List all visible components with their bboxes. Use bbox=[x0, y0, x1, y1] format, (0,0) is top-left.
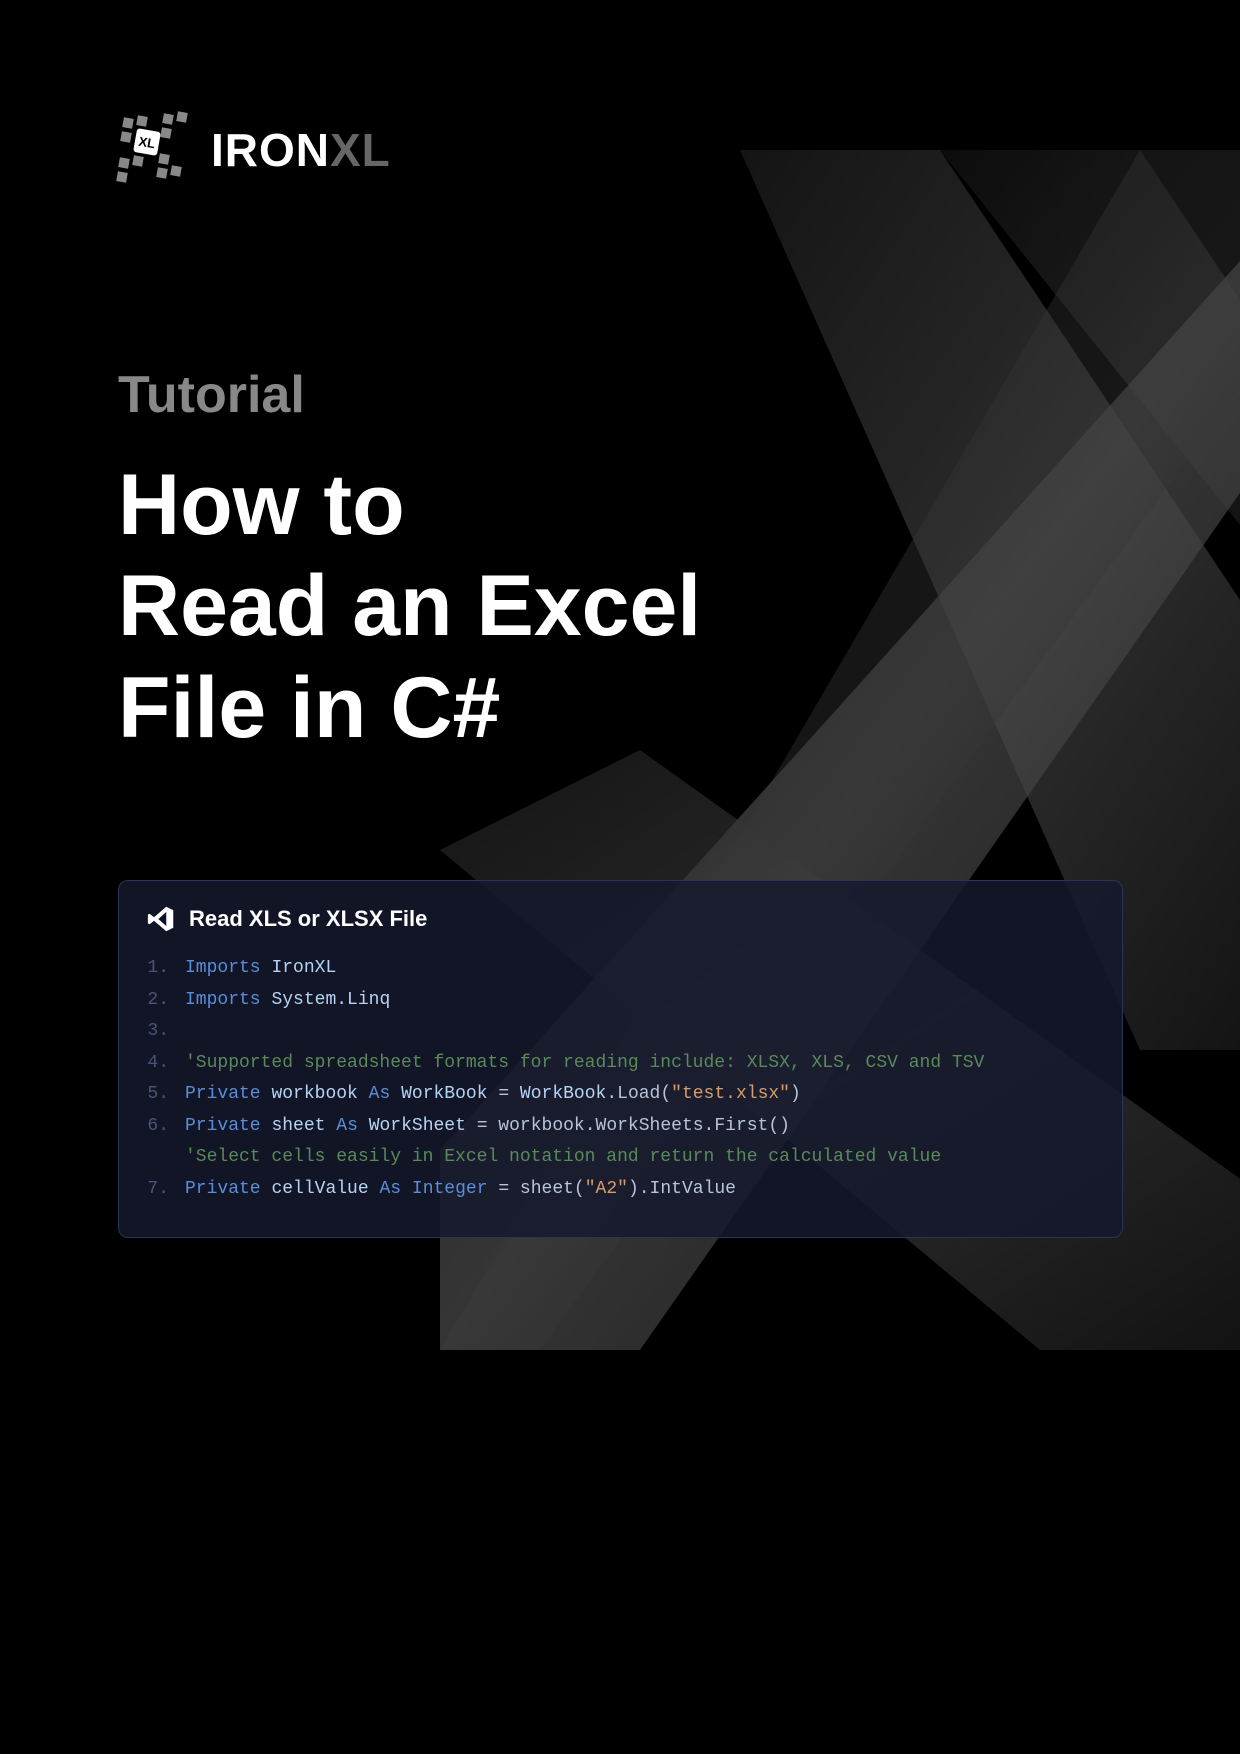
line-number: 1. bbox=[147, 953, 185, 985]
line-number: 4. bbox=[147, 1048, 185, 1080]
code-line: 2.Imports System.Linq bbox=[147, 985, 1094, 1017]
logo-text-xl: XL bbox=[330, 124, 391, 176]
line-number: 2. bbox=[147, 985, 185, 1017]
code-content: Private cellValue As Integer = sheet("A2… bbox=[185, 1174, 736, 1206]
line-number: 6. bbox=[147, 1111, 185, 1143]
code-content: 'Supported spreadsheet formats for readi… bbox=[185, 1048, 984, 1080]
code-content: Private sheet As WorkSheet = workbook.Wo… bbox=[185, 1111, 790, 1143]
code-line: 3. bbox=[147, 1016, 1094, 1048]
logo-mark-icon: XL bbox=[115, 110, 195, 190]
visual-studio-icon bbox=[147, 905, 175, 933]
code-content: 'Select cells easily in Excel notation a… bbox=[185, 1142, 941, 1174]
code-line: 7.Private cellValue As Integer = sheet("… bbox=[147, 1174, 1094, 1206]
code-content: Imports IronXL bbox=[185, 953, 336, 985]
line-number: 5. bbox=[147, 1079, 185, 1111]
line-number: 7. bbox=[147, 1174, 185, 1206]
page-subtitle: Tutorial bbox=[118, 365, 305, 425]
code-line: 'Select cells easily in Excel notation a… bbox=[147, 1142, 1094, 1174]
svg-text:XL: XL bbox=[137, 134, 156, 152]
code-line: 5.Private workbook As WorkBook = WorkBoo… bbox=[147, 1079, 1094, 1111]
code-line: 6.Private sheet As WorkSheet = workbook.… bbox=[147, 1111, 1094, 1143]
line-number: 3. bbox=[147, 1016, 185, 1048]
code-line: 4.'Supported spreadsheet formats for rea… bbox=[147, 1048, 1094, 1080]
code-block: 1.Imports IronXL2.Imports System.Linq3. … bbox=[147, 953, 1094, 1205]
code-panel-title: Read XLS or XLSX File bbox=[189, 906, 427, 932]
code-panel: Read XLS or XLSX File 1.Imports IronXL2.… bbox=[118, 880, 1123, 1238]
page-title: How toRead an ExcelFile in C# bbox=[118, 455, 701, 759]
brand-logo: XL IRONXL bbox=[115, 110, 391, 190]
logo-text: IRONXL bbox=[211, 123, 391, 177]
code-line: 1.Imports IronXL bbox=[147, 953, 1094, 985]
code-content bbox=[185, 1016, 196, 1048]
code-content: Imports System.Linq bbox=[185, 985, 390, 1017]
logo-text-iron: IRON bbox=[211, 124, 330, 176]
code-panel-header: Read XLS or XLSX File bbox=[147, 905, 1094, 933]
code-content: Private workbook As WorkBook = WorkBook.… bbox=[185, 1079, 801, 1111]
